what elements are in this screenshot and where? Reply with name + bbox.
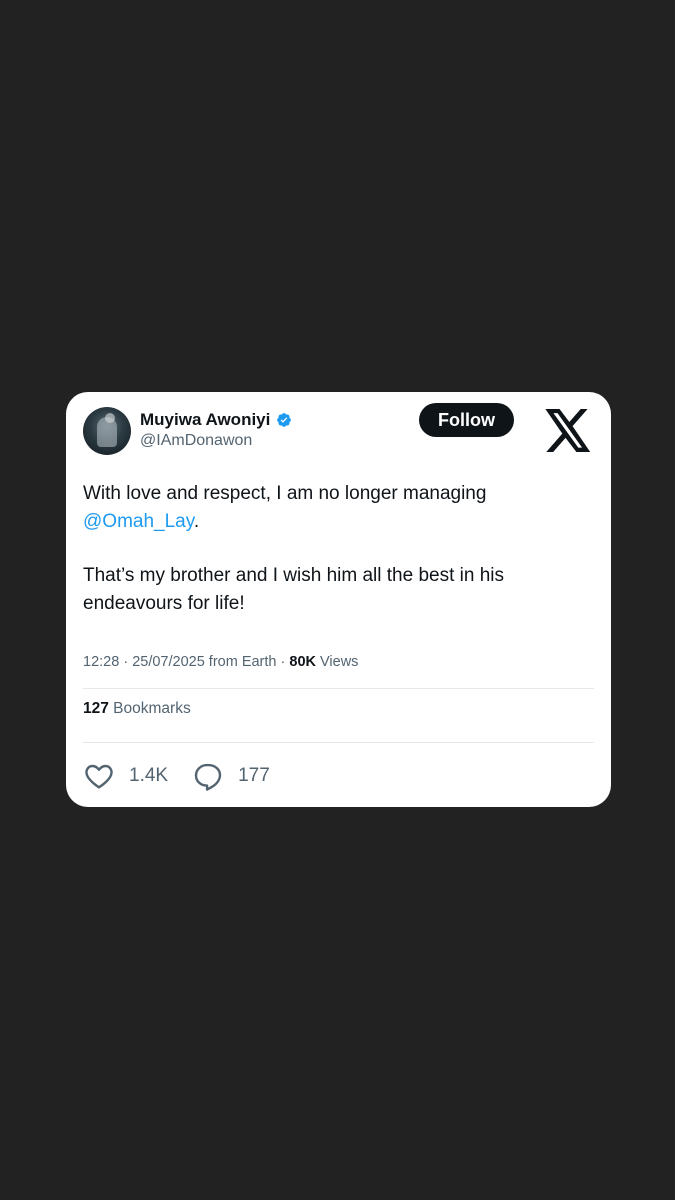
like-count: 1.4K: [129, 765, 169, 786]
meta-separator: ·: [276, 654, 290, 670]
tweet-text: With love and respect, I am no longer ma…: [83, 480, 583, 618]
tweet-line-1: With love and respect, I am no longer ma…: [83, 483, 487, 504]
views-count: 80K: [289, 654, 316, 670]
x-logo-icon: [545, 409, 591, 452]
bookmarks-count: 127: [83, 700, 109, 717]
meta-separator: ·: [119, 654, 133, 670]
reply-count: 177: [238, 765, 270, 786]
verified-badge-icon: [277, 413, 292, 427]
tweet-meta: 12:28 · 25/07/2025 from Earth · 80K View…: [83, 654, 358, 670]
follow-button[interactable]: Follow: [419, 403, 514, 437]
bookmarks-label: Bookmarks: [108, 700, 191, 717]
author-name-row: Muyiwa Awoniyi: [140, 410, 292, 430]
tweet-time[interactable]: 12:28: [83, 654, 119, 670]
divider: [83, 742, 594, 743]
avatar[interactable]: [83, 407, 131, 455]
tweet-actions: 1.4K 177: [83, 760, 294, 792]
author-handle[interactable]: @IAmDonawon: [140, 432, 252, 450]
tweet-date[interactable]: 25/07/2025: [132, 654, 205, 670]
heart-icon[interactable]: [83, 760, 115, 792]
author-display-name[interactable]: Muyiwa Awoniyi: [140, 410, 270, 430]
like-action[interactable]: 1.4K: [83, 760, 168, 792]
reply-action[interactable]: 177: [192, 760, 270, 792]
mention-suffix: .: [193, 511, 200, 532]
tweet-card: Muyiwa Awoniyi @IAmDonawon Follow With l…: [66, 392, 611, 807]
tweet-paragraph-1: With love and respect, I am no longer ma…: [83, 480, 583, 536]
tweet-location: from Earth: [204, 654, 277, 670]
tweet-paragraph-2: That’s my brother and I wish him all the…: [83, 565, 505, 614]
mention-link[interactable]: @Omah_Lay: [83, 511, 194, 532]
bookmarks-stat[interactable]: 127 Bookmarks: [83, 700, 191, 718]
avatar-head: [105, 413, 115, 423]
divider: [83, 688, 594, 689]
reply-bubble-icon[interactable]: [192, 760, 224, 792]
views-label: Views: [315, 654, 359, 670]
